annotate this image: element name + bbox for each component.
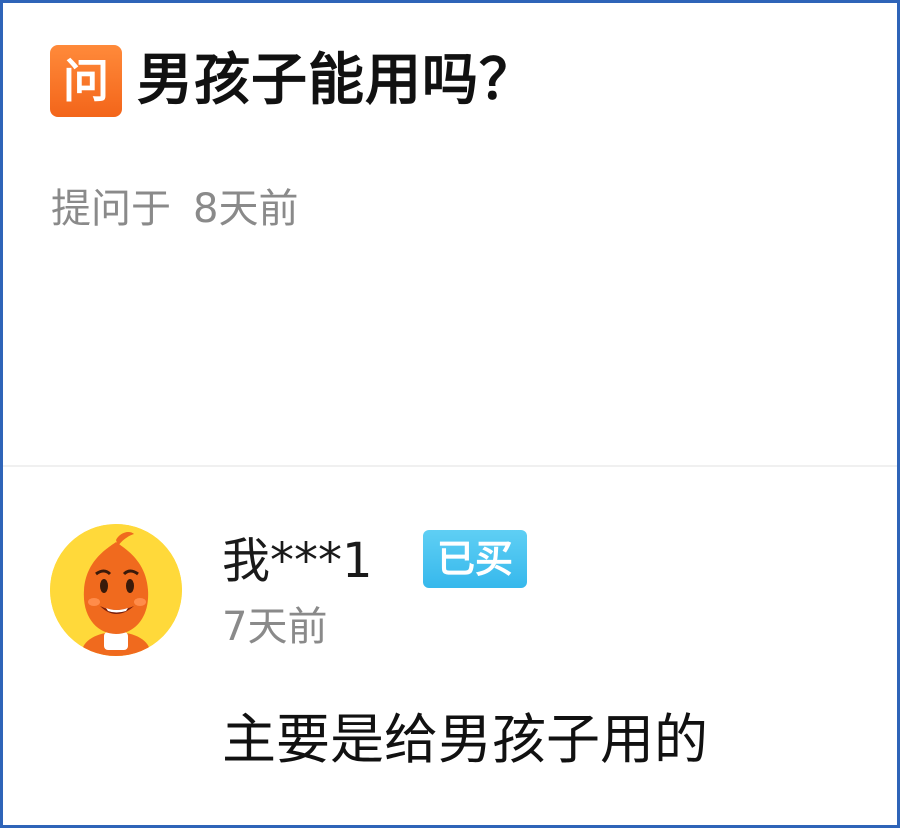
answer-text: 主要是给男孩子用的 [222,708,708,771]
answer-time: 7天前 [222,604,328,650]
answer-username[interactable]: 我***1 [222,528,373,594]
orange-mascot-avatar-icon[interactable] [50,524,182,656]
question-section: 问 男孩子能用吗？ 提问于 8天前 [3,3,897,465]
question-badge-icon: 问 [50,45,122,117]
qa-card: 问 男孩子能用吗？ 提问于 8天前 我***1 已买 7天前 主要是给男孩子用的 [0,0,900,828]
question-meta-label: 提问于 [51,186,171,232]
question-title[interactable]: 男孩子能用吗？ [137,43,536,119]
section-divider [3,465,897,467]
question-meta: 提问于 8天前 [51,181,298,237]
question-time: 8天前 [193,186,299,232]
question-badge-label: 问 [63,54,109,108]
bought-badge: 已买 [423,530,527,588]
